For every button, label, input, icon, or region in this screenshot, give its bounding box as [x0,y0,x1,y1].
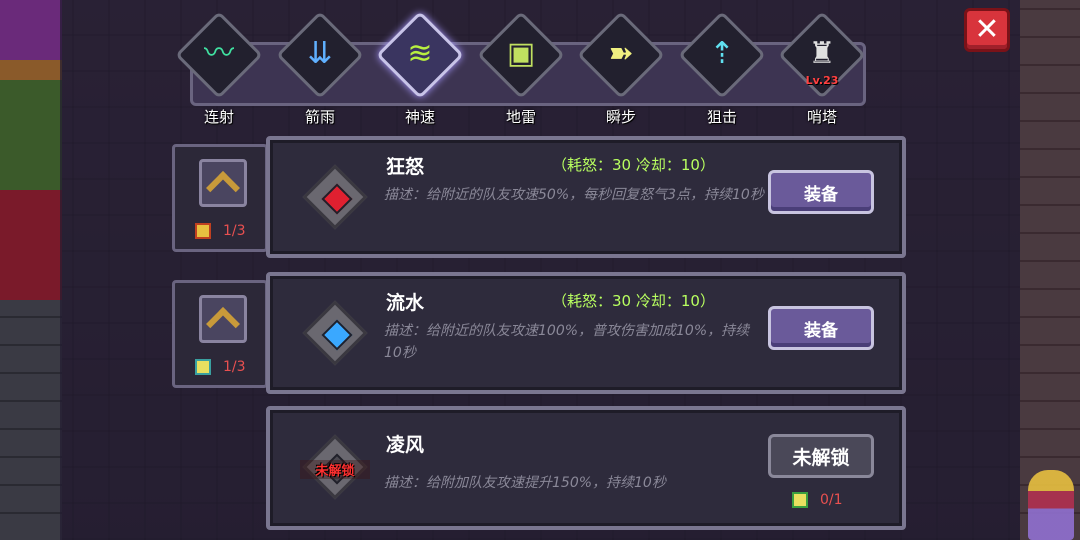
tab-arrow-rain[interactable]: ⇊ 箭雨 [275,11,365,126]
equip-button[interactable]: 装备 [768,170,874,214]
tab-label: 狙击 [706,108,737,126]
skill-book-icon [195,359,211,375]
skill-name: 流水 [386,292,425,314]
triple-shot-icon: 〰 [204,36,234,71]
shop-decoration-left [0,0,62,300]
locked-gem-icon: 未解锁 [300,434,370,500]
locked-button[interactable]: 未解锁 [768,434,874,478]
equip-button[interactable]: 装备 [768,306,874,350]
upgrade-count: 1/3 [223,359,246,375]
sentry-tower-icon: ♜ [808,36,836,71]
skill-name: 凌风 [386,434,425,456]
locked-gem-label: 未解锁 [300,460,370,479]
tab-label: 瞬步 [605,108,636,126]
stone-wall-left [0,300,62,540]
unlock-book-icon [792,492,808,508]
skill-cost: （耗怒：30 冷却：10） [552,156,715,174]
swift-speed-icon: ≋ [407,36,433,71]
stone-wall-right [1020,0,1080,540]
skill-description: 描述：给附加队友攻速提升150%，持续10秒 [384,475,666,491]
tab-label: 地雷 [505,108,536,126]
landmine-icon: ▣ [506,36,536,71]
tab-blink-step[interactable]: ➽ 瞬步 [576,11,666,126]
skill-gem-icon [302,164,368,230]
skill-card: 狂怒 （耗怒：30 冷却：10） 描述：给附近的队友攻速50%，每秒回复怒气3点… [266,136,906,258]
skill-book-icon [195,223,211,239]
arrow-rain-icon: ⇊ [307,36,333,71]
tab-landmine[interactable]: ▣ 地雷 [476,11,566,126]
unlock-count: 0/1 [820,492,843,508]
chevron-up-icon [206,307,240,341]
skill-cost: （耗怒：30 冷却：10） [552,292,715,310]
tab-label: 箭雨 [304,108,335,126]
tab-label: 神速 [404,108,435,126]
close-icon: ✕ [974,12,1000,47]
snipe-icon: ⇡ [709,36,735,71]
skill-name: 狂怒 [386,156,425,178]
tab-swift-speed[interactable]: ≋ 神速 [375,11,465,126]
skill-description: 描述：给附近的队友攻速50%，每秒回复怒气3点，持续10秒 [384,187,764,203]
chevron-up-icon [206,171,240,205]
skill-card: 流水 （耗怒：30 冷却：10） 描述：给附近的队友攻速100%，普攻伤害加成1… [266,272,906,394]
tab-sentry-tower[interactable]: ♜ Lv.23 哨塔 [777,11,867,126]
tab-snipe[interactable]: ⇡ 狙击 [677,11,767,126]
close-button[interactable]: ✕ [964,8,1010,52]
tab-label: 哨塔 [806,108,837,126]
tab-triple-shot[interactable]: 〰 连射 [174,11,264,126]
tab-label: 连射 [203,108,234,126]
upgrade-button[interactable] [199,159,247,207]
skill-description: 描述：给附近的队友攻速100%，普攻伤害加成10%，持续10秒 [384,323,750,361]
upgrade-button[interactable] [199,295,247,343]
skill-gem-icon [302,300,368,366]
upgrade-count: 1/3 [223,223,246,239]
tower-level-badge: Lv.23 [805,74,839,87]
upgrade-box: 1/3 [172,144,268,252]
skill-card-locked: 未解锁 凌风 描述：给附加队友攻速提升150%，持续10秒 未解锁 0/1 [266,406,906,530]
character-avatar [1028,470,1074,540]
upgrade-box: 1/3 [172,280,268,388]
blink-step-icon: ➽ [608,36,634,71]
